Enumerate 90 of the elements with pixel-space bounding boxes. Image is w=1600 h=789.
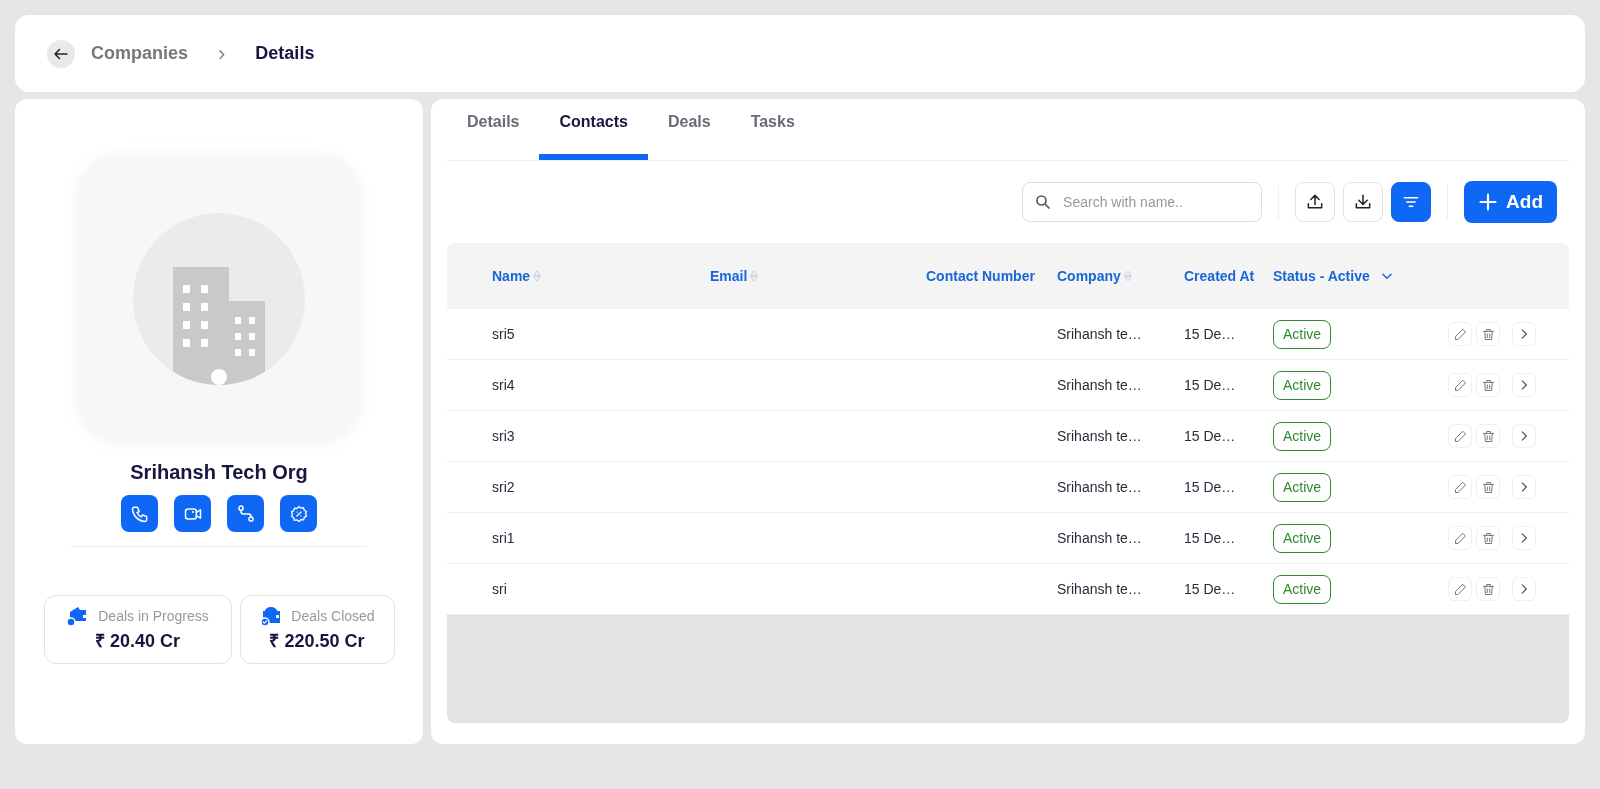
- trash-icon: [1480, 326, 1496, 342]
- edit-button[interactable]: [1448, 322, 1472, 346]
- pencil-icon: [1452, 428, 1468, 444]
- column-header[interactable]: Contact Number: [926, 265, 1035, 287]
- sort-icon: [1122, 269, 1133, 283]
- edit-button[interactable]: [1448, 424, 1472, 448]
- route-icon: [235, 503, 256, 524]
- delete-button[interactable]: [1476, 577, 1500, 601]
- route-button[interactable]: [227, 495, 264, 532]
- pencil-icon: [1452, 581, 1468, 597]
- open-button[interactable]: [1512, 424, 1536, 448]
- table-cell-text: Srihansh te…: [1057, 477, 1143, 497]
- edit-button[interactable]: [1448, 373, 1472, 397]
- delete-button[interactable]: [1476, 373, 1500, 397]
- trash-icon: [1480, 377, 1496, 393]
- status-badge: Active: [1273, 574, 1332, 604]
- table-cell-text: Srihansh te…: [1057, 324, 1143, 344]
- table-cell-text: sri5: [492, 324, 516, 344]
- upload-button[interactable]: [1295, 182, 1336, 222]
- breadcrumb-link[interactable]: Companies: [91, 40, 189, 67]
- status-badge: Active: [1273, 319, 1332, 349]
- plus-icon: [1478, 192, 1499, 212]
- table-cell-text: 15 De…: [1184, 324, 1237, 344]
- tab[interactable]: Deals: [647, 110, 731, 160]
- pencil-icon: [1452, 479, 1468, 495]
- table-cell-text: Srihansh te…: [1057, 375, 1143, 395]
- open-button[interactable]: [1512, 373, 1536, 397]
- video-button[interactable]: [174, 495, 211, 532]
- table-cell-text: sri3: [492, 426, 516, 446]
- discount-badge-icon: [288, 503, 309, 524]
- edit-button[interactable]: [1448, 577, 1472, 601]
- trash-icon: [1480, 479, 1496, 495]
- delete-button[interactable]: [1476, 322, 1500, 346]
- column-header[interactable]: Status - Active: [1273, 265, 1394, 287]
- stat-value: ₹ 20.40 Cr: [94, 630, 181, 653]
- company-name: Srihansh Tech Org: [130, 460, 308, 485]
- open-button[interactable]: [1512, 475, 1536, 499]
- back-button[interactable]: [47, 39, 75, 68]
- edit-button[interactable]: [1448, 526, 1472, 550]
- delete-button[interactable]: [1476, 526, 1500, 550]
- filter-button[interactable]: [1391, 182, 1432, 222]
- status-badge: Active: [1273, 523, 1332, 553]
- table-cell-text: sri2: [492, 477, 516, 497]
- table-cell-text: sri: [492, 579, 508, 599]
- search-icon: [1034, 193, 1053, 211]
- stat-label: Deals in Progress: [98, 606, 209, 626]
- open-button[interactable]: [1512, 577, 1536, 601]
- pencil-icon: [1452, 377, 1468, 393]
- breadcrumb-current: Details: [255, 42, 315, 65]
- column-header[interactable]: Company: [1057, 265, 1133, 287]
- discount-button[interactable]: [280, 495, 317, 532]
- pencil-icon: [1452, 530, 1468, 546]
- table-cell-text: 15 De…: [1184, 426, 1237, 446]
- column-header[interactable]: Created At: [1184, 265, 1255, 287]
- delete-button[interactable]: [1476, 424, 1500, 448]
- tab[interactable]: Tasks: [730, 110, 815, 160]
- trash-icon: [1480, 581, 1496, 597]
- tab[interactable]: Details: [447, 110, 540, 160]
- sort-icon: [532, 269, 543, 283]
- table-cell-text: 15 De…: [1184, 528, 1237, 548]
- status-badge: Active: [1273, 370, 1332, 400]
- trash-icon: [1480, 530, 1496, 546]
- pencil-icon: [1452, 326, 1468, 342]
- tab[interactable]: Contacts: [539, 110, 648, 160]
- table-cell-text: 15 De…: [1184, 375, 1237, 395]
- stat-label: Deals Closed: [291, 606, 375, 626]
- table-cell-text: sri1: [492, 528, 516, 548]
- sort-icon: [749, 269, 760, 283]
- open-button[interactable]: [1512, 526, 1536, 550]
- column-header[interactable]: Email: [710, 265, 760, 287]
- trash-icon: [1480, 428, 1496, 444]
- table-cell-text: Srihansh te…: [1057, 528, 1143, 548]
- stat-value: ₹ 220.50 Cr: [269, 630, 365, 653]
- open-button[interactable]: [1512, 322, 1536, 346]
- edit-button[interactable]: [1448, 475, 1472, 499]
- table-cell-text: Srihansh te…: [1057, 426, 1143, 446]
- table-cell-text: 15 De…: [1184, 579, 1237, 599]
- download-button[interactable]: [1343, 182, 1384, 222]
- status-badge: Active: [1273, 472, 1332, 502]
- search-field[interactable]: Search with name..: [1022, 182, 1263, 222]
- delete-button[interactable]: [1476, 475, 1500, 499]
- breadcrumb-separator: ›: [218, 42, 226, 65]
- phone-button[interactable]: [121, 495, 158, 532]
- add-button[interactable]: Add: [1464, 181, 1557, 223]
- table-cell-text: 15 De…: [1184, 477, 1237, 497]
- status-badge: Active: [1273, 421, 1332, 451]
- building-icon: [173, 267, 265, 385]
- table-cell-text: Srihansh te…: [1057, 579, 1143, 599]
- table-cell-text: sri4: [492, 375, 516, 395]
- column-header[interactable]: Name: [492, 265, 543, 287]
